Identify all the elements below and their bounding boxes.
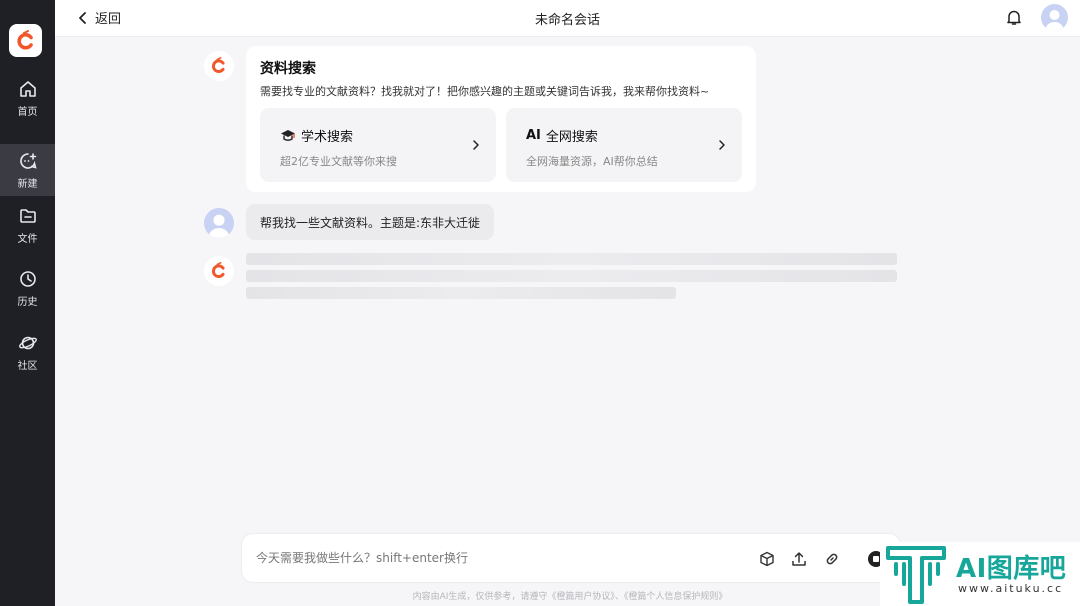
logo-icon: [211, 57, 225, 73]
logo-icon: [211, 262, 225, 278]
watermark-logo-icon: [886, 546, 946, 604]
sidebar: 首页 新建 文件 历史 社区: [0, 0, 55, 606]
sidebar-item-file[interactable]: 文件: [0, 199, 55, 251]
person-icon: [1045, 10, 1064, 31]
new-chat-icon: [19, 152, 37, 169]
card-description: 需要找专业的文献资料？找我就对了！把你感兴趣的主题或关键词告诉我，我来帮你找资料…: [260, 85, 710, 98]
sidebar-item-label: 历史: [17, 296, 38, 308]
sidebar-item-label: 首页: [17, 106, 38, 118]
loading-skeleton-line: [246, 253, 897, 265]
card-title: 资料搜索: [260, 61, 316, 77]
option-title: 全网搜索: [545, 130, 598, 145]
sidebar-item-community[interactable]: 社区: [0, 326, 55, 378]
cube-button[interactable]: [757, 549, 777, 569]
planet-icon: [18, 336, 37, 349]
option-subtitle: 全网海量资源，AI帮你总结: [526, 155, 658, 168]
search-card: 资料搜索 需要找专业的文献资料？找我就对了！把你感兴趣的主题或关键词告诉我，我来…: [246, 46, 756, 192]
sidebar-item-label: 社区: [17, 360, 38, 372]
chevron-right-icon: [473, 140, 479, 150]
web-search-option[interactable]: AI 全网搜索 全网海量资源，AI帮你总结: [506, 108, 742, 182]
upload-icon: [792, 552, 806, 566]
person-icon: [208, 214, 230, 238]
home-icon: [19, 80, 36, 97]
logo-icon: [16, 29, 33, 50]
loading-skeleton-line: [246, 270, 897, 282]
bot-avatar: [204, 51, 234, 81]
chevron-right-icon: [719, 140, 725, 150]
academic-search-option[interactable]: 学术搜索 超2亿专业文献等你来搜: [260, 108, 496, 182]
link-button[interactable]: [822, 549, 842, 569]
watermark-url: www.aituku.cc: [958, 582, 1064, 595]
sidebar-item-history[interactable]: 历史: [0, 262, 55, 314]
top-header: 返回 未命名会话: [55, 0, 1080, 37]
chat-input-box: [241, 533, 901, 583]
bot-avatar: [204, 256, 234, 286]
ai-icon: AI: [526, 128, 541, 143]
history-icon: [19, 270, 36, 287]
sidebar-item-label: 文件: [17, 233, 38, 245]
cube-icon: [760, 551, 774, 567]
upload-button[interactable]: [789, 549, 809, 569]
bell-icon: [1007, 10, 1021, 25]
link-icon: [826, 553, 838, 565]
sidebar-item-home[interactable]: 首页: [0, 72, 55, 124]
user-avatar[interactable]: [1041, 4, 1068, 31]
option-subtitle: 超2亿专业文献等你来搜: [280, 155, 397, 168]
user-message-avatar: [204, 208, 234, 238]
page-title: 未命名会话: [534, 13, 600, 28]
file-icon: [19, 208, 36, 223]
loading-skeleton-line: [246, 287, 676, 299]
sidebar-item-label: 新建: [17, 178, 38, 190]
sidebar-item-new[interactable]: 新建: [0, 144, 55, 196]
watermark-text: AI图库吧: [956, 554, 1067, 584]
option-title: 学术搜索: [301, 130, 354, 145]
watermark: AI图库吧 www.aituku.cc: [880, 542, 1080, 606]
notification-button[interactable]: [1006, 9, 1022, 30]
user-message-bubble: 帮我找一些文献资料。主题是:东非大迁徙: [246, 204, 495, 240]
app-logo[interactable]: [9, 24, 42, 57]
chat-input[interactable]: [256, 548, 736, 568]
graduation-cap-icon: [281, 130, 295, 141]
